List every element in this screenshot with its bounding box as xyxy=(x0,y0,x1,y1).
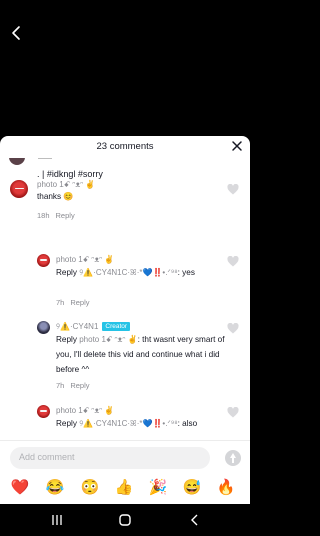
emoji-tears-of-joy[interactable]: 😂 xyxy=(45,478,65,498)
comment-text: Reply ୨⚠️·CY4N1C·ꕤ·*💙‼️•.ᐟ⁹⁸: also xyxy=(56,416,226,431)
like-heart-icon[interactable] xyxy=(227,407,239,418)
emoji-heart[interactable]: ❤️ xyxy=(10,478,30,498)
emoji-grinning-sweat[interactable]: 😅 xyxy=(182,478,202,498)
comment-username-row: ୨⚠️·CY4N1 Creator xyxy=(56,322,131,332)
comment-text: thanks 😊 xyxy=(37,192,74,201)
reply-prefix: Reply xyxy=(56,335,80,344)
reply-to-username[interactable]: photo 1ꗃ ᵔᴥᵔ ✌️ xyxy=(79,335,137,344)
reply-to-username[interactable]: ୨⚠️·CY4N1C·ꕤ·*💙‼️•.ᐟ⁹⁸ xyxy=(79,268,177,277)
avatar[interactable] xyxy=(37,321,50,334)
comment-age: 7h xyxy=(56,381,65,390)
comment-meta: 18h Reply xyxy=(37,211,81,220)
reply-text: : yes xyxy=(177,268,195,277)
comment-age: 7h xyxy=(56,298,65,307)
comment-username[interactable]: ୨⚠️·CY4N1 xyxy=(56,322,98,331)
comment-count: 23 comments xyxy=(96,141,154,152)
comment-input[interactable]: Add comment xyxy=(10,447,210,469)
sheet-header: 23 comments xyxy=(0,136,250,158)
comment-meta: 7h Reply xyxy=(56,381,96,390)
comment-input-bar: Add comment xyxy=(0,440,250,473)
caption-text: . | #idkngl #sorry xyxy=(37,169,103,179)
back-icon[interactable] xyxy=(188,513,202,527)
caption-username-placeholder xyxy=(38,158,52,159)
like-heart-icon[interactable] xyxy=(227,184,239,195)
comment-text: Reply photo 1ꗃ ᵔᴥᵔ ✌️: tht wasnt very sm… xyxy=(56,332,226,377)
recent-apps-icon[interactable] xyxy=(50,513,64,527)
send-arrow-icon[interactable] xyxy=(225,450,241,466)
comment-age: 18h xyxy=(37,211,50,220)
caption-avatar[interactable] xyxy=(9,158,25,165)
close-icon[interactable] xyxy=(231,140,243,152)
reply-prefix: Reply xyxy=(56,268,80,277)
comment-meta: 7h Reply xyxy=(56,298,96,307)
comment-username[interactable]: photo 1ꗃ ᵔᴥᵔ ✌️ xyxy=(56,255,114,265)
system-navigation-bar xyxy=(0,504,250,536)
video-area xyxy=(0,0,250,136)
like-heart-icon[interactable] xyxy=(227,323,239,334)
back-arrow-icon[interactable] xyxy=(8,24,26,42)
reply-button[interactable]: Reply xyxy=(70,381,89,390)
reply-to-username[interactable]: ୨⚠️·CY4N1C·ꕤ·*💙‼️•.ᐟ⁹⁸ xyxy=(79,419,177,428)
emoji-party-popper[interactable]: 🎉 xyxy=(148,478,168,498)
avatar[interactable] xyxy=(10,180,28,198)
emoji-fire[interactable]: 🔥 xyxy=(216,478,236,498)
avatar[interactable] xyxy=(37,254,50,267)
creator-badge: Creator xyxy=(102,322,131,331)
like-heart-icon[interactable] xyxy=(227,256,239,267)
avatar[interactable] xyxy=(37,405,50,418)
reply-prefix: Reply xyxy=(56,419,80,428)
emoji-quick-bar: ❤️ 😂 😳 👍 🎉 😅 🔥 xyxy=(0,473,250,504)
emoji-flushed[interactable]: 😳 xyxy=(80,478,100,498)
reply-button[interactable]: Reply xyxy=(56,211,75,220)
reply-button[interactable]: Reply xyxy=(70,298,89,307)
comment-text: Reply ୨⚠️·CY4N1C·ꕤ·*💙‼️•.ᐟ⁹⁸: yes xyxy=(56,265,226,280)
comment-username[interactable]: photo 1ꗃ ᵔᴥᵔ ✌️ xyxy=(56,406,114,416)
reply-text: : also xyxy=(177,419,198,428)
home-icon[interactable] xyxy=(118,513,132,527)
emoji-thumbs-up[interactable]: 👍 xyxy=(114,478,134,498)
